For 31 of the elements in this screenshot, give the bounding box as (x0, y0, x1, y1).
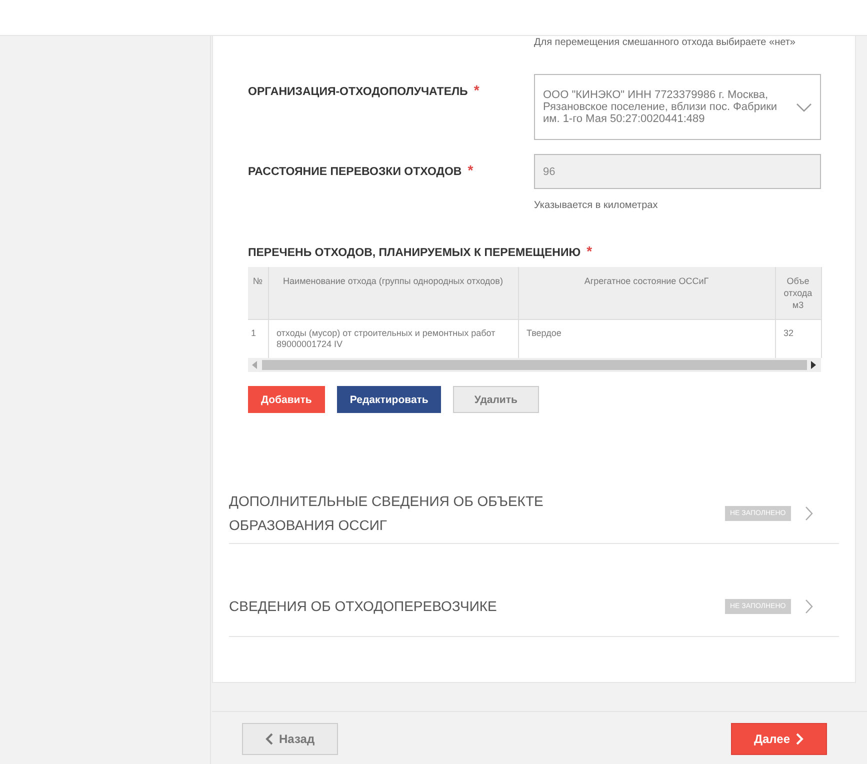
chevron-right-icon[interactable] (804, 598, 813, 614)
column-header: Объе отхода м3 (784, 276, 812, 310)
next-button[interactable]: Далее (730, 722, 827, 754)
table-cell: отходы (мусор) от строительных и ремонтных работ 89000001724 IV (276, 328, 496, 349)
table-cell: Твердое (526, 328, 562, 338)
scroll-right-icon[interactable] (811, 361, 817, 369)
action-button[interactable]: Добавить (248, 386, 325, 413)
column-header: Наименование отхода (группы однородных отходов) (283, 276, 503, 286)
select-field[interactable]: ООО "КИНЭКО" ИНН 7723379986 г. Москва, Рязановское поселение, вблизи пос. Фабрики им. 1-го Мая 50:27:0020441:489 (534, 74, 821, 140)
field-label: ОРГАНИЗАЦИЯ-ОТХОДОПОЛУЧАТЕЛЬ (248, 86, 468, 98)
field-hint: Указывается в километрах (534, 199, 659, 213)
table-cell: 32 (784, 328, 794, 338)
required-mark: * (468, 162, 474, 178)
chevron-down-icon (796, 102, 812, 112)
scroll-left-icon[interactable] (252, 361, 258, 369)
field-label: РАССТОЯНИЕ ПЕРЕВОЗКИ ОТХОДОВ (248, 166, 462, 178)
chevron-right-icon[interactable] (804, 506, 813, 520)
chevron-left-icon (265, 732, 273, 744)
field-hint: Для перемещения смешанного отхода выбираете «нет» (534, 36, 796, 50)
section-title[interactable]: ДОПОЛНИТЕЛЬНЫЕ СВЕДЕНИЯ ОБ ОБЪЕКТЕ ОБРАЗОВАНИЯ ОССИГ (229, 489, 649, 537)
table-cell: 1 (251, 328, 256, 338)
action-button[interactable]: Удалить (453, 386, 538, 413)
required-mark: * (586, 243, 592, 259)
action-button[interactable]: Редактировать (336, 386, 442, 413)
section-title[interactable]: СВЕДЕНИЯ ОБ ОТХОДОПЕРЕВОЗЧИКЕ (229, 594, 649, 618)
column-header: Агрегатное состояние ОССиГ (584, 276, 709, 286)
chevron-right-icon (796, 732, 804, 744)
section-label: ПЕРЕЧЕНЬ ОТХОДОВ, ПЛАНИРУЕМЫХ К ПЕРЕМЕЩЕНИЮ (248, 247, 581, 259)
required-mark: * (474, 82, 480, 98)
back-button[interactable]: Назад (242, 722, 338, 754)
column-header: № (252, 276, 263, 286)
